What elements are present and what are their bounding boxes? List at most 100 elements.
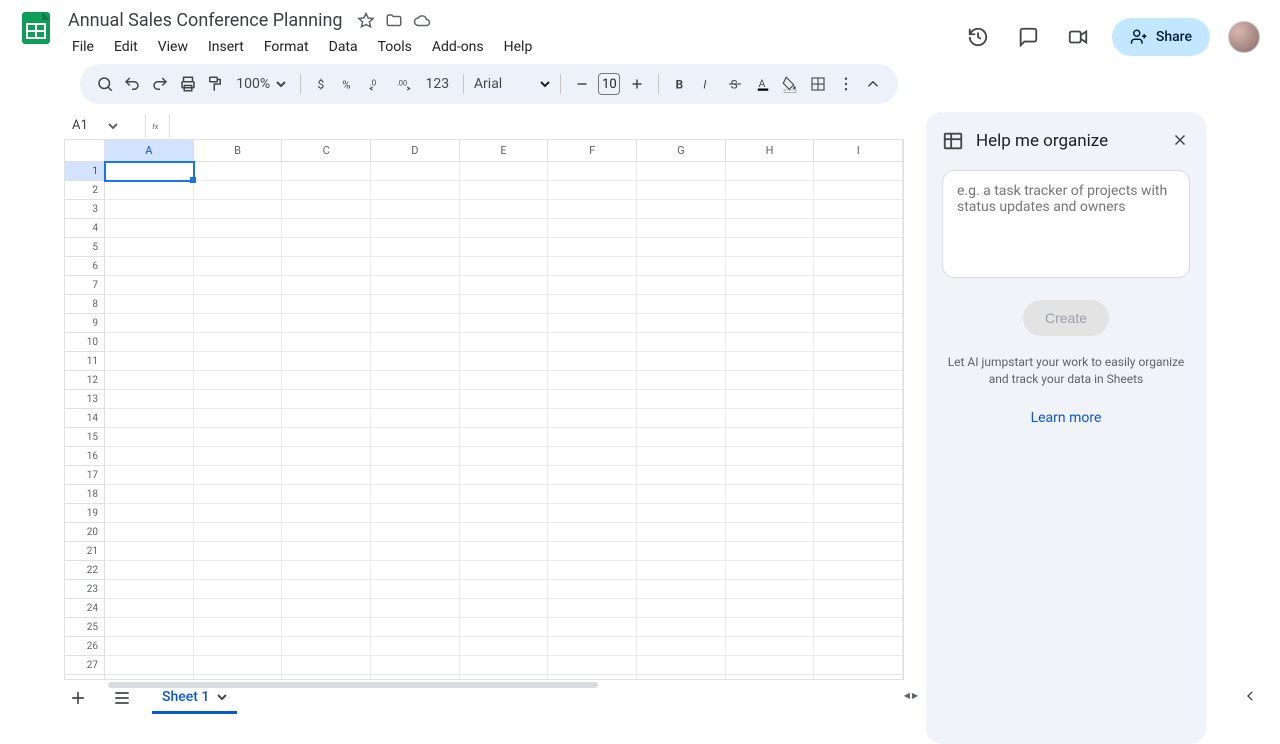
cell[interactable] <box>460 295 549 314</box>
paint-format-icon[interactable] <box>205 70 227 98</box>
cell[interactable] <box>726 656 815 675</box>
row-header[interactable]: 18 <box>65 485 104 504</box>
cell[interactable] <box>282 409 371 428</box>
sheets-logo[interactable] <box>16 8 56 48</box>
cell[interactable] <box>282 314 371 333</box>
row-header[interactable]: 11 <box>65 352 104 371</box>
column-header[interactable]: H <box>726 140 815 161</box>
cell[interactable] <box>814 561 903 580</box>
cell[interactable] <box>282 200 371 219</box>
cell[interactable] <box>726 409 815 428</box>
cell[interactable] <box>282 580 371 599</box>
cell[interactable] <box>814 333 903 352</box>
menu-view[interactable]: View <box>150 35 196 59</box>
cell[interactable] <box>371 580 460 599</box>
cell[interactable] <box>548 333 637 352</box>
percent-icon[interactable]: % <box>339 70 361 98</box>
cell[interactable] <box>726 238 815 257</box>
cell[interactable] <box>637 314 726 333</box>
cell[interactable] <box>460 200 549 219</box>
menu-tools[interactable]: Tools <box>370 35 420 59</box>
cell[interactable] <box>194 162 283 181</box>
cell[interactable] <box>814 599 903 618</box>
menu-help[interactable]: Help <box>496 35 541 59</box>
more-icon[interactable] <box>835 70 857 98</box>
cell[interactable] <box>726 599 815 618</box>
cell[interactable] <box>814 276 903 295</box>
cell[interactable] <box>814 352 903 371</box>
cell[interactable] <box>637 656 726 675</box>
cell[interactable] <box>194 447 283 466</box>
row-header[interactable]: 17 <box>65 466 104 485</box>
cell[interactable] <box>282 466 371 485</box>
cell[interactable] <box>371 561 460 580</box>
cell[interactable] <box>105 561 194 580</box>
cell[interactable] <box>726 314 815 333</box>
cell[interactable] <box>548 428 637 447</box>
cell[interactable] <box>548 580 637 599</box>
cell[interactable] <box>194 504 283 523</box>
cell[interactable] <box>814 200 903 219</box>
cell[interactable] <box>371 618 460 637</box>
cell[interactable] <box>637 409 726 428</box>
cell[interactable] <box>814 181 903 200</box>
cell[interactable] <box>637 637 726 656</box>
cell[interactable] <box>105 599 194 618</box>
undo-icon[interactable] <box>122 70 144 98</box>
cell[interactable] <box>105 371 194 390</box>
cell[interactable] <box>194 523 283 542</box>
cell[interactable] <box>194 409 283 428</box>
cell[interactable] <box>548 371 637 390</box>
row-header[interactable]: 19 <box>65 504 104 523</box>
cell[interactable] <box>371 409 460 428</box>
cell[interactable] <box>814 504 903 523</box>
bold-icon[interactable]: B <box>669 70 691 98</box>
cell[interactable] <box>371 352 460 371</box>
cell[interactable] <box>371 371 460 390</box>
cell[interactable] <box>282 656 371 675</box>
cell[interactable] <box>371 162 460 181</box>
row-header[interactable]: 6 <box>65 257 104 276</box>
column-header[interactable]: A <box>105 140 194 161</box>
cell[interactable] <box>726 333 815 352</box>
column-header[interactable]: B <box>194 140 283 161</box>
cell[interactable] <box>548 561 637 580</box>
cell[interactable] <box>726 352 815 371</box>
cell[interactable] <box>105 409 194 428</box>
cell[interactable] <box>460 599 549 618</box>
row-header[interactable]: 21 <box>65 542 104 561</box>
cell[interactable] <box>460 504 549 523</box>
cell[interactable] <box>371 447 460 466</box>
cell[interactable] <box>814 618 903 637</box>
cell[interactable] <box>105 181 194 200</box>
cell[interactable] <box>726 447 815 466</box>
cell[interactable] <box>814 637 903 656</box>
cell[interactable] <box>105 352 194 371</box>
cell[interactable] <box>814 656 903 675</box>
strikethrough-icon[interactable]: S <box>724 70 746 98</box>
cell[interactable] <box>726 428 815 447</box>
row-header[interactable]: 27 <box>65 656 104 675</box>
cell[interactable] <box>460 428 549 447</box>
cell[interactable] <box>814 238 903 257</box>
cell[interactable] <box>371 637 460 656</box>
cell[interactable] <box>637 618 726 637</box>
history-icon[interactable] <box>962 21 994 53</box>
cell[interactable] <box>637 219 726 238</box>
cell[interactable] <box>460 618 549 637</box>
number-format-menu[interactable]: 123 <box>422 70 454 98</box>
cell[interactable] <box>814 485 903 504</box>
cell[interactable] <box>194 276 283 295</box>
cell[interactable] <box>194 580 283 599</box>
cell[interactable] <box>460 238 549 257</box>
cell[interactable] <box>371 485 460 504</box>
cell[interactable] <box>460 333 549 352</box>
font-select[interactable]: Arial <box>474 76 550 92</box>
cell[interactable] <box>194 333 283 352</box>
cell[interactable] <box>105 219 194 238</box>
cell[interactable] <box>105 580 194 599</box>
cell[interactable] <box>814 257 903 276</box>
row-header[interactable]: 5 <box>65 238 104 257</box>
cell[interactable] <box>105 276 194 295</box>
cell[interactable] <box>371 257 460 276</box>
